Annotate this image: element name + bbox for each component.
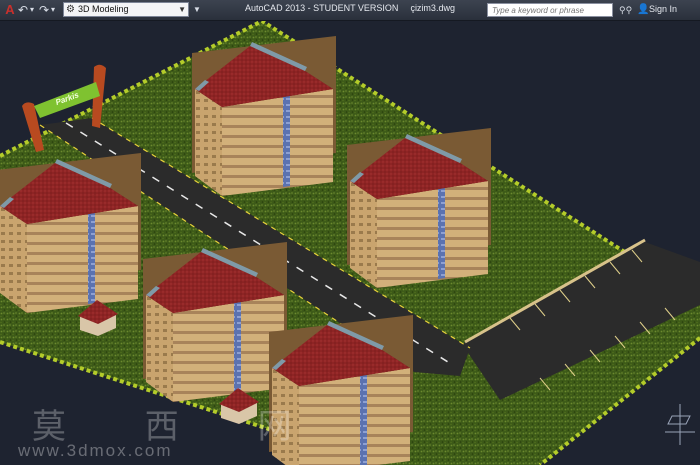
user-icon[interactable]: 👤 [637,2,649,18]
search-input[interactable] [487,3,613,17]
gear-icon: ⚙ [66,4,75,15]
file-name: çizim3.dwg [410,3,455,13]
app-title: AutoCAD 2013 - STUDENT VERSION [245,3,399,13]
workspace-label: 3D Modeling [78,4,129,14]
customize-toolbar-icon[interactable]: ▼ [192,2,202,18]
title-bar: A ↶ ▾ ↷ ▾ ⚙ 3D Modeling ▼ ▼ AutoCAD 2013… [0,0,700,21]
redo-dropdown-icon[interactable]: ▾ [49,2,57,18]
apartment-building [0,153,141,313]
viewcube-icon[interactable] [665,404,695,445]
sign-in-link[interactable]: Sign In [649,4,677,14]
apartment-building [143,242,287,402]
apartment-building [347,128,491,288]
watermark-url: www.3dmox.com [18,441,173,460]
chevron-down-icon: ▼ [178,5,186,14]
undo-dropdown-icon[interactable]: ▾ [28,2,36,18]
apartment-building [192,36,336,196]
workspace-select[interactable]: ⚙ 3D Modeling ▼ [63,2,189,17]
binoculars-icon[interactable]: ⚲⚲ [619,2,632,18]
autocad-logo-icon[interactable]: A [2,2,18,18]
